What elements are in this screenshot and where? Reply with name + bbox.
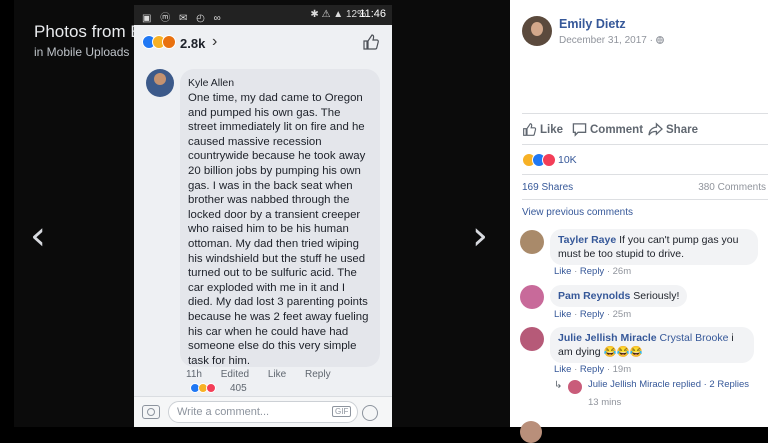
comment-reply-link[interactable]: Reply: [580, 266, 604, 277]
comment-icon: [572, 123, 587, 137]
avatar[interactable]: [522, 16, 552, 46]
write-comment-field: Write a comment...: [168, 401, 358, 423]
replies-time: 13 mins: [588, 397, 622, 408]
love-reaction-icon: [542, 153, 556, 167]
comment-reply-link: Reply: [305, 369, 331, 380]
share-label[interactable]: Share: [666, 124, 698, 136]
reactions-count: 2.8k: [180, 36, 206, 51]
comment-reply-link[interactable]: Reply: [580, 309, 604, 320]
comment-composer: Write a comment... GIF: [134, 396, 392, 427]
avatar[interactable]: [520, 421, 542, 443]
comment-bubble: Kyle Allen One time, my dad came to Oreg…: [180, 69, 380, 367]
comment-label[interactable]: Comment: [590, 124, 643, 136]
love-reaction-icon: [206, 383, 216, 393]
post-date[interactable]: December 31, 2017 ·: [559, 35, 664, 46]
comment-like-link: Like: [267, 369, 287, 380]
comment-bubble: Julie Jellish Miracle Crystal Brooke i a…: [550, 327, 754, 363]
status-time: 11:46: [359, 8, 386, 20]
status-icons-left: ▣ ⓜ ✉ ◴ ∞: [142, 13, 224, 24]
comment-like-link[interactable]: Like: [554, 364, 571, 375]
comment-author: Kyle Allen: [188, 77, 235, 89]
gif-icon: GIF: [332, 406, 352, 417]
comment-author[interactable]: Tayler Raye: [558, 234, 616, 246]
comment-edited: Edited: [220, 369, 250, 380]
angry-reaction-icon: [162, 35, 176, 49]
comments-count[interactable]: 380 Comments: [698, 182, 766, 193]
post-side-panel: Emily Dietz December 31, 2017 · Like Com…: [510, 0, 768, 443]
screenshot-photo: ▣ ⓜ ✉ ◴ ∞ ✱ ⚠ ▲ 12% 11:46 2.8k › Kyle Al…: [134, 5, 392, 427]
poster-name[interactable]: Emily Dietz: [559, 17, 626, 31]
comment-meta: Like · Reply · 25m: [554, 309, 631, 320]
comment-time[interactable]: 25m: [613, 309, 631, 320]
comment-mention[interactable]: Crystal Brooke: [657, 332, 729, 344]
theater-edge: [0, 0, 14, 427]
separator: ·: [604, 266, 613, 277]
divider: [522, 113, 768, 114]
comment-reaction-count: 405: [230, 383, 247, 394]
comment-time: 11h: [186, 369, 202, 380]
divider: [522, 199, 768, 200]
previous-photo-arrow-icon[interactable]: ‹: [30, 216, 46, 256]
comment-reply-link[interactable]: Reply: [580, 364, 604, 375]
view-previous-comments-link[interactable]: View previous comments: [522, 207, 633, 218]
divider: [522, 144, 768, 145]
separator: ·: [571, 309, 580, 320]
avatar[interactable]: [520, 230, 544, 254]
share-icon: [648, 122, 663, 136]
reaction-icons: [142, 35, 178, 51]
comment-time[interactable]: 19m: [613, 364, 631, 375]
chevron-right-icon: ›: [212, 33, 218, 50]
avatar: [146, 69, 174, 97]
separator: ·: [571, 364, 580, 375]
photo-theater: Photos from Emily Dietz's post in Mobile…: [0, 0, 510, 427]
emoji-icon: [362, 405, 378, 421]
separator: ·: [571, 266, 580, 277]
avatar[interactable]: [520, 327, 544, 351]
reply-arrow-icon: ↳: [554, 380, 563, 391]
post-actions: Like Comment Share: [522, 122, 762, 140]
globe-icon: [655, 36, 664, 44]
separator: ·: [604, 364, 613, 375]
comment-author[interactable]: Julie Jellish Miracle: [558, 332, 657, 344]
status-icons-right: ✱ ⚠ ▲ 12%: [310, 9, 366, 20]
like-label[interactable]: Like: [540, 124, 563, 136]
post-date-text[interactable]: December 31, 2017 ·: [559, 35, 656, 46]
avatar[interactable]: [520, 285, 544, 309]
comment-like-link[interactable]: Like: [554, 266, 571, 277]
photo-album-subtitle[interactable]: in Mobile Uploads: [34, 45, 129, 59]
comment-text: One time, my dad came to Oregon and pump…: [188, 92, 369, 367]
comment-text: Seriously!: [630, 290, 680, 302]
separator: ·: [604, 309, 613, 320]
comment-bubble: Tayler Raye If you can't pump gas you mu…: [550, 229, 758, 265]
thumbs-up-icon: [363, 34, 379, 50]
reactions-count[interactable]: 10K: [558, 154, 577, 166]
comment-meta: Like · Reply · 26m: [554, 266, 631, 277]
avatar[interactable]: [568, 380, 582, 394]
shares-count[interactable]: 169 Shares: [522, 182, 573, 193]
next-photo-arrow-icon[interactable]: ›: [472, 216, 488, 256]
comment-meta: Like · Reply · 19m: [554, 364, 631, 375]
view-replies-link[interactable]: Julie Jellish Miracle replied · 2 Replie…: [588, 379, 749, 390]
comment-meta: 11h Edited Like Reply: [186, 369, 347, 380]
divider: [522, 174, 768, 175]
comment-like-link[interactable]: Like: [554, 309, 571, 320]
phone-status-bar: ▣ ⓜ ✉ ◴ ∞ ✱ ⚠ ▲ 12% 11:46: [134, 5, 392, 25]
thumbs-up-icon: [523, 123, 537, 136]
comment-time[interactable]: 26m: [613, 266, 631, 277]
comment-author[interactable]: Pam Reynolds: [558, 290, 630, 302]
comment-bubble: Pam Reynolds Seriously!: [550, 285, 688, 307]
camera-icon: [142, 405, 160, 419]
